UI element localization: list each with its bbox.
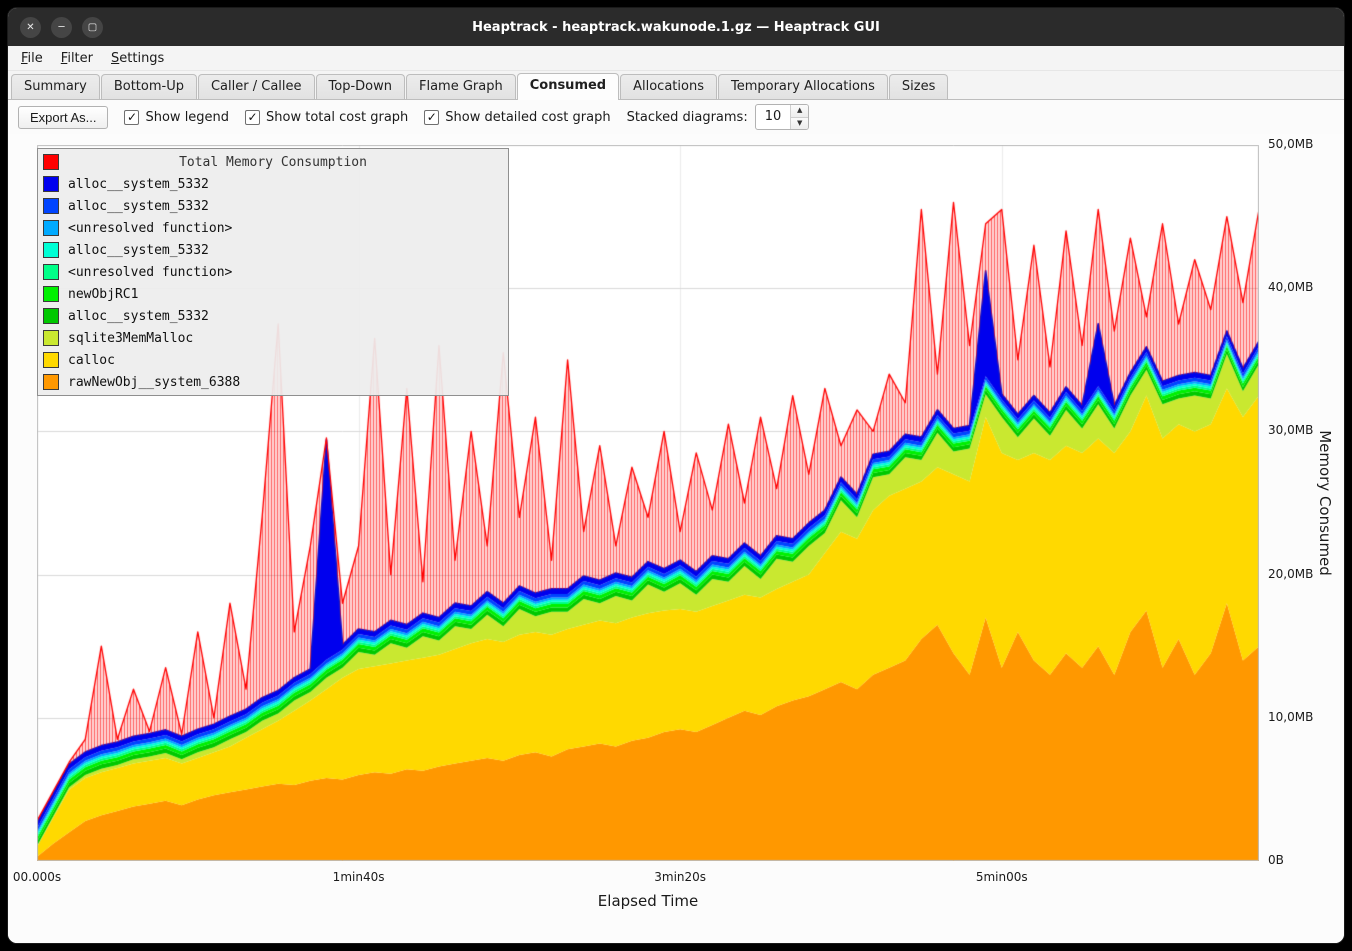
checkbox-box[interactable]: ✓ bbox=[124, 110, 139, 125]
y-tick-label: 0B bbox=[1268, 853, 1284, 867]
stacked-diagrams-value[interactable]: 10 bbox=[756, 105, 791, 129]
legend-swatch bbox=[43, 374, 59, 390]
tab-flame-graph[interactable]: Flame Graph bbox=[406, 74, 516, 99]
window-controls: ✕ ─ ▢ bbox=[8, 17, 103, 38]
checkbox-show-total-cost-graph[interactable]: ✓ Show total cost graph bbox=[245, 110, 408, 125]
legend-swatch bbox=[43, 330, 59, 346]
legend-item: alloc__system_5332 bbox=[38, 173, 508, 195]
legend-swatch bbox=[43, 198, 59, 214]
legend-label: sqlite3MemMalloc bbox=[68, 331, 193, 346]
stacked-diagrams-label: Stacked diagrams: bbox=[627, 110, 748, 125]
checkbox-label: Show total cost graph bbox=[266, 110, 408, 125]
legend-label: alloc__system_5332 bbox=[68, 309, 209, 324]
checkbox-show-legend[interactable]: ✓ Show legend bbox=[124, 110, 229, 125]
export-as-button[interactable]: Export As... bbox=[18, 106, 108, 129]
toolbar: Export As... ✓ Show legend ✓ Show total cos… bbox=[8, 100, 1344, 134]
legend-title-row: Total Memory Consumption bbox=[38, 151, 508, 173]
legend-swatch bbox=[43, 352, 59, 368]
consumed-chart-area: Total Memory Consumption alloc__system_5… bbox=[8, 134, 1344, 943]
x-axis-title: Elapsed Time bbox=[598, 892, 698, 910]
y-tick-label: 10,0MB bbox=[1268, 710, 1313, 724]
stacked-diagrams-spinner[interactable]: 10 ▲ ▼ bbox=[755, 104, 810, 130]
checkbox-box[interactable]: ✓ bbox=[245, 110, 260, 125]
close-button[interactable]: ✕ bbox=[20, 17, 41, 38]
x-tick-label: 00.000s bbox=[13, 870, 61, 884]
legend-item: alloc__system_5332 bbox=[38, 195, 508, 217]
legend-swatch bbox=[43, 176, 59, 192]
legend-items: alloc__system_5332 alloc__system_5332 <unr… bbox=[38, 173, 508, 393]
title-bar: ✕ ─ ▢ Heaptrack - heaptrack.wakunode.1.g… bbox=[8, 8, 1344, 46]
spinner-down-button[interactable]: ▼ bbox=[791, 117, 808, 130]
legend-item: newObjRC1 bbox=[38, 283, 508, 305]
legend-swatch bbox=[43, 286, 59, 302]
checkbox-label: Show legend bbox=[145, 110, 229, 125]
legend-item: sqlite3MemMalloc bbox=[38, 327, 508, 349]
legend-item: <unresolved function> bbox=[38, 261, 508, 283]
y-tick-label: 30,0MB bbox=[1268, 423, 1313, 437]
minimize-icon: ─ bbox=[58, 22, 64, 33]
x-tick-label: 5min00s bbox=[976, 870, 1028, 884]
tab-temporary-allocations[interactable]: Temporary Allocations bbox=[718, 74, 888, 99]
legend-swatch bbox=[43, 242, 59, 258]
legend-label: <unresolved function> bbox=[68, 221, 232, 236]
minimize-button[interactable]: ─ bbox=[51, 17, 72, 38]
legend-label: <unresolved function> bbox=[68, 265, 232, 280]
checkbox-label: Show detailed cost graph bbox=[445, 110, 610, 125]
legend-item: <unresolved function> bbox=[38, 217, 508, 239]
legend-label: alloc__system_5332 bbox=[68, 199, 209, 214]
window-title: Heaptrack - heaptrack.wakunode.1.gz — He… bbox=[8, 20, 1344, 35]
spinner-buttons: ▲ ▼ bbox=[790, 105, 808, 129]
stacked-diagrams-control: Stacked diagrams: 10 ▲ ▼ bbox=[627, 104, 810, 130]
checkbox-box[interactable]: ✓ bbox=[424, 110, 439, 125]
legend-title: Total Memory Consumption bbox=[38, 155, 508, 170]
legend-swatch bbox=[43, 264, 59, 280]
y-tick-label: 20,0MB bbox=[1268, 567, 1313, 581]
toolbar-checkboxes: ✓ Show legend ✓ Show total cost graph ✓ Show … bbox=[124, 110, 610, 125]
legend-item: rawNewObj__system_6388 bbox=[38, 371, 508, 393]
legend-item: alloc__system_5332 bbox=[38, 239, 508, 261]
tab-top-down[interactable]: Top-Down bbox=[316, 74, 405, 99]
x-tick-label: 3min20s bbox=[654, 870, 706, 884]
legend-item: alloc__system_5332 bbox=[38, 305, 508, 327]
legend-label: rawNewObj__system_6388 bbox=[68, 375, 240, 390]
tab-bar: Summary Bottom-Up Caller / Callee Top-Do… bbox=[8, 71, 1344, 100]
tab-caller-callee[interactable]: Caller / Callee bbox=[198, 74, 315, 99]
y-tick-label: 50,0MB bbox=[1268, 137, 1313, 151]
close-icon: ✕ bbox=[26, 22, 34, 33]
tab-allocations[interactable]: Allocations bbox=[620, 74, 717, 99]
legend-box: Total Memory Consumption alloc__system_5… bbox=[37, 148, 509, 396]
checkbox-show-detailed-cost-graph[interactable]: ✓ Show detailed cost graph bbox=[424, 110, 610, 125]
x-tick-label: 1min40s bbox=[333, 870, 385, 884]
legend-label: alloc__system_5332 bbox=[68, 177, 209, 192]
maximize-icon: ▢ bbox=[88, 22, 97, 33]
tab-bottom-up[interactable]: Bottom-Up bbox=[101, 74, 197, 99]
spinner-up-button[interactable]: ▲ bbox=[791, 105, 808, 117]
legend-label: newObjRC1 bbox=[68, 287, 138, 302]
legend-swatch bbox=[43, 220, 59, 236]
legend-label: calloc bbox=[68, 353, 115, 368]
y-tick-label: 40,0MB bbox=[1268, 280, 1313, 294]
tab-summary[interactable]: Summary bbox=[11, 74, 100, 99]
tab-consumed[interactable]: Consumed bbox=[517, 73, 619, 100]
legend-item: calloc bbox=[38, 349, 508, 371]
menu-bar: File Filter Settings bbox=[8, 46, 1344, 71]
tab-sizes[interactable]: Sizes bbox=[889, 74, 948, 99]
app-window: ✕ ─ ▢ Heaptrack - heaptrack.wakunode.1.g… bbox=[7, 7, 1345, 944]
maximize-button[interactable]: ▢ bbox=[82, 17, 103, 38]
menu-filter[interactable]: Filter bbox=[52, 49, 102, 68]
legend-label: alloc__system_5332 bbox=[68, 243, 209, 258]
menu-file[interactable]: File bbox=[12, 49, 52, 68]
legend-swatch bbox=[43, 308, 59, 324]
y-axis-title: Memory Consumed bbox=[1316, 430, 1334, 576]
menu-settings[interactable]: Settings bbox=[102, 49, 173, 68]
